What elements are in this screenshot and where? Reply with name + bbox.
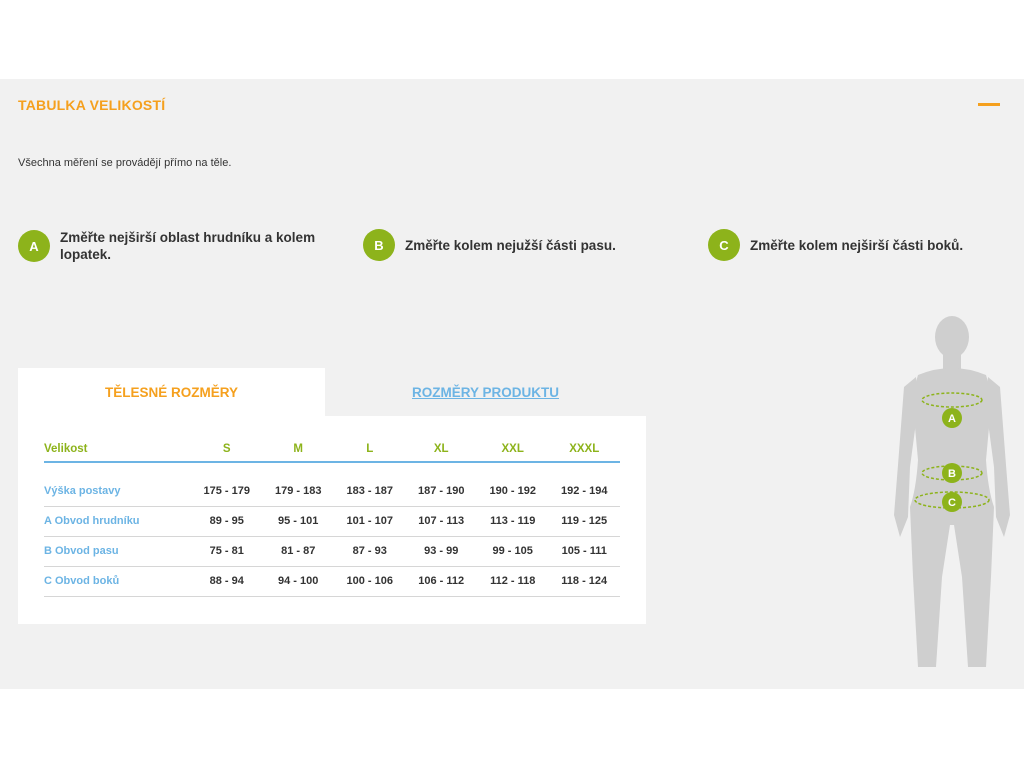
table-row: A Obvod hrudníku 89 - 95 95 - 101 101 - … — [44, 506, 620, 537]
size-chart-panel: TABULKA VELIKOSTÍ Všechna měření se prov… — [0, 79, 1024, 689]
table-cell: 192 - 194 — [548, 476, 620, 507]
section-title: TABULKA VELIKOSTÍ — [18, 97, 166, 113]
table-cell: 81 - 87 — [262, 536, 334, 567]
table-row: Výška postavy 175 - 179 179 - 183 183 - … — [44, 476, 620, 507]
step-badge-b: B — [363, 229, 395, 261]
table-header-row: Velikost S M L XL XXL XXXL — [44, 436, 620, 463]
table-cell: 101 - 107 — [333, 506, 406, 537]
row-label: A Obvod hrudníku — [44, 506, 191, 537]
table-cell: 95 - 101 — [262, 506, 334, 537]
tab-body-measurements[interactable]: TĚLESNÉ ROZMĚRY — [18, 368, 325, 416]
step-text-a: Změřte nejširší oblast hrudníku a kolem … — [60, 230, 316, 262]
header-l: L — [333, 436, 406, 463]
table-cell: 107 - 113 — [405, 506, 477, 537]
table-row: C Obvod boků 88 - 94 94 - 100 100 - 106 … — [44, 566, 620, 597]
table-cell: 179 - 183 — [262, 476, 334, 507]
tabs-bar: TĚLESNÉ ROZMĚRY ROZMĚRY PRODUKTU — [18, 368, 646, 416]
table-cell: 99 - 105 — [476, 536, 549, 567]
row-label: B Obvod pasu — [44, 536, 191, 567]
table-cell: 106 - 112 — [405, 566, 477, 597]
step-text-b: Změřte kolem nejužší části pasu. — [405, 237, 616, 253]
measure-step-b: B Změřte kolem nejužší části pasu. — [363, 229, 616, 261]
table-row: B Obvod pasu 75 - 81 81 - 87 87 - 93 93 … — [44, 536, 620, 567]
table-spacer — [44, 462, 620, 476]
table-cell: 118 - 124 — [548, 566, 620, 597]
table-cell: 119 - 125 — [548, 506, 620, 537]
table-cell: 93 - 99 — [405, 536, 477, 567]
step-badge-a: A — [18, 230, 50, 262]
header-xxl: XXL — [476, 436, 549, 463]
table-cell: 88 - 94 — [190, 566, 263, 597]
measure-step-a: A Změřte nejširší oblast hrudníku a kole… — [18, 229, 328, 263]
table-cell: 94 - 100 — [262, 566, 334, 597]
silhouette-neck — [943, 353, 961, 369]
table-cell: 75 - 81 — [190, 536, 263, 567]
marker-a-label: A — [948, 413, 956, 425]
header-size: Velikost — [44, 436, 191, 463]
measure-step-c: C Změřte kolem nejširší části boků. — [708, 229, 963, 261]
size-table-container: Velikost S M L XL XXL XXXL Výška postavy… — [18, 416, 646, 624]
table-cell: 89 - 95 — [190, 506, 263, 537]
size-table: Velikost S M L XL XXL XXXL Výška postavy… — [44, 436, 620, 597]
spacer-cell — [44, 462, 620, 476]
table-cell: 190 - 192 — [476, 476, 549, 507]
silhouette-head — [935, 316, 969, 358]
row-label: C Obvod boků — [44, 566, 191, 597]
table-cell: 175 - 179 — [190, 476, 263, 507]
table-cell: 112 - 118 — [476, 566, 549, 597]
table-cell: 100 - 106 — [333, 566, 406, 597]
table-cell: 105 - 111 — [548, 536, 620, 567]
table-cell: 87 - 93 — [333, 536, 406, 567]
step-text-c: Změřte kolem nejširší části boků. — [750, 237, 964, 253]
header-xxxl: XXXL — [548, 436, 620, 463]
table-cell: 183 - 187 — [333, 476, 406, 507]
header-m: M — [262, 436, 334, 463]
marker-b-label: B — [948, 468, 956, 480]
table-cell: 113 - 119 — [476, 506, 549, 537]
tab-product-measurements[interactable]: ROZMĚRY PRODUKTU — [325, 368, 646, 416]
header-s: S — [190, 436, 263, 463]
intro-text: Všechna měření se provádějí přímo na těl… — [18, 157, 232, 169]
table-cell: 187 - 190 — [405, 476, 477, 507]
collapse-icon[interactable] — [978, 103, 1000, 106]
step-badge-c: C — [708, 229, 740, 261]
header-xl: XL — [405, 436, 477, 463]
body-silhouette-icon: A B C — [894, 316, 1010, 667]
marker-c-label: C — [948, 497, 956, 509]
row-label: Výška postavy — [44, 476, 191, 507]
